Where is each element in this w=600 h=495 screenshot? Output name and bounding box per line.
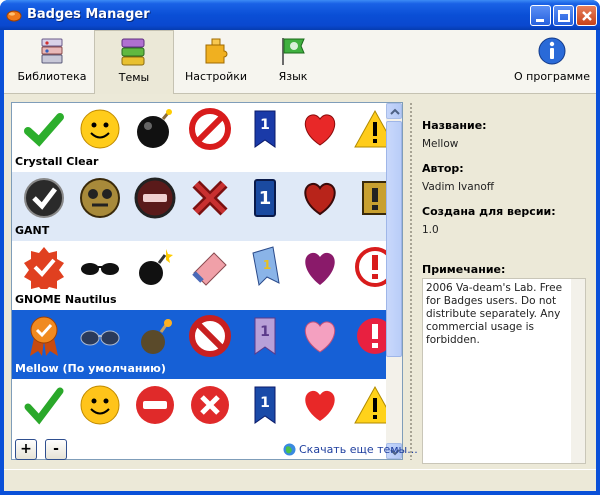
tab-library[interactable]: Библиотека: [10, 30, 94, 94]
bomb-icon: [139, 249, 173, 285]
list-item[interactable]: 1 GANT: [12, 172, 388, 241]
note-scrollbar[interactable]: [571, 279, 585, 463]
checkmark-icon: [24, 113, 64, 147]
maximize-icon: [558, 10, 570, 22]
ribbon-one-icon: 1: [254, 386, 276, 424]
settings-puzzle-icon: [205, 38, 228, 64]
app-window: Badges Manager Библиотека Темы Настройки…: [0, 0, 600, 495]
list-item[interactable]: 1: [12, 379, 396, 448]
version-label: Создана для версии:: [422, 205, 556, 218]
chevron-up-icon: [390, 108, 400, 115]
tab-label: О программе: [514, 70, 590, 83]
heart-icon: [304, 114, 336, 146]
award-icon: [30, 316, 58, 356]
svg-text:1: 1: [260, 117, 270, 133]
svg-text:1: 1: [260, 324, 270, 340]
no-entry-icon: [189, 108, 231, 150]
scroll-thumb[interactable]: [386, 121, 402, 357]
close-icon: [582, 11, 592, 21]
no-entry-icon: [136, 386, 174, 424]
svg-text:1: 1: [260, 395, 270, 411]
note-label: Примечание:: [422, 263, 506, 276]
checkmark-icon: [24, 178, 64, 218]
sunglasses-icon: [80, 330, 120, 346]
remove-theme-button[interactable]: -: [45, 439, 67, 460]
theme-details-panel: Название: Mellow Автор: Vadim Ivanoff Со…: [416, 102, 592, 464]
window-title: Badges Manager: [27, 7, 150, 22]
list-item[interactable]: 1 GNOME Nautilus: [12, 241, 395, 310]
sunglasses-icon: [81, 263, 119, 275]
minimize-button[interactable]: [530, 5, 551, 26]
checkmark-icon: [24, 387, 64, 425]
version-value: 1.0: [422, 224, 439, 236]
app-icon: [6, 10, 22, 22]
tab-label: Язык: [278, 70, 308, 83]
bomb-icon: [141, 319, 172, 354]
list-item-selected[interactable]: 1 Mellow (По умолчанию): [12, 310, 393, 379]
splitter-handle[interactable]: [409, 102, 413, 460]
cross-icon: [191, 386, 229, 424]
themes-list[interactable]: 1 Crystall Clear 1 GANT 1 GNOME Nautilus…: [11, 102, 403, 460]
cross-icon: [192, 180, 228, 216]
heart-icon: [304, 321, 336, 353]
no-entry-icon: [189, 315, 231, 357]
theme-name: GANT: [15, 224, 50, 237]
tab-themes[interactable]: Темы: [94, 30, 174, 94]
svg-text:1: 1: [259, 188, 272, 209]
themes-icon: [121, 38, 145, 66]
language-flag-icon: [282, 38, 305, 65]
download-more-themes-link[interactable]: Скачать еще темы...: [299, 443, 418, 456]
note-textbox[interactable]: 2006 Va-deam's Lab. Free for Badges user…: [422, 278, 586, 464]
client-area: Библиотека Темы Настройки Язык О програм…: [4, 30, 596, 491]
theme-name: Mellow (По умолчанию): [15, 362, 166, 375]
heart-icon: [305, 252, 335, 285]
checkmark-icon: [24, 247, 64, 289]
tab-label: Библиотека: [17, 70, 87, 83]
no-entry-icon: [134, 177, 176, 219]
list-scrollbar[interactable]: [386, 103, 402, 459]
tab-label: Темы: [118, 71, 150, 84]
ribbon-one-icon: 1: [252, 246, 280, 287]
eraser-icon: [192, 252, 227, 286]
list-item[interactable]: 1 Crystall Clear: [12, 103, 396, 172]
heart-icon: [305, 390, 335, 421]
info-icon: [538, 37, 566, 65]
theme-name: GNOME Nautilus: [15, 293, 117, 306]
author-value: Vadim Ivanoff: [422, 181, 495, 193]
title-bar[interactable]: Badges Manager: [0, 0, 600, 30]
add-theme-button[interactable]: +: [15, 439, 37, 460]
ribbon-one-icon: 1: [254, 179, 276, 217]
tab-settings[interactable]: Настройки: [176, 30, 256, 94]
bomb-icon: [137, 109, 172, 148]
smiley-icon: [80, 385, 120, 425]
minimize-icon: [536, 19, 544, 22]
smiley-icon: [80, 109, 120, 149]
toolbar: Библиотека Темы Настройки Язык О програм…: [4, 30, 596, 94]
note-text: 2006 Va-deam's Lab. Free for Badges user…: [426, 282, 563, 346]
theme-name: Crystall Clear: [15, 155, 99, 168]
ribbon-one-icon: 1: [254, 317, 276, 355]
status-bar: [4, 469, 596, 491]
ribbon-one-icon: 1: [254, 110, 276, 148]
tab-about[interactable]: О программе: [510, 30, 594, 94]
library-icon: [41, 38, 63, 64]
scroll-up-button[interactable]: [386, 103, 402, 119]
close-button[interactable]: [576, 5, 597, 26]
tab-language[interactable]: Язык: [258, 30, 328, 94]
smiley-icon: [80, 178, 120, 218]
name-label: Название:: [422, 119, 487, 132]
author-label: Автор:: [422, 162, 464, 175]
globe-icon: [283, 443, 296, 456]
heart-icon: [304, 182, 336, 216]
tab-label: Настройки: [184, 70, 248, 83]
name-value: Mellow: [422, 138, 459, 150]
maximize-button[interactable]: [553, 5, 574, 26]
svg-text:1: 1: [263, 258, 271, 272]
